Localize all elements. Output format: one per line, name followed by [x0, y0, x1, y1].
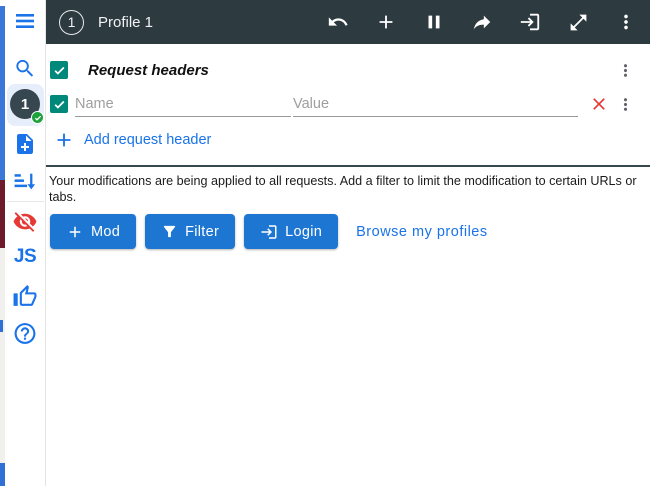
login-icon	[261, 225, 277, 239]
header-row-more-icon[interactable]	[614, 93, 636, 115]
delete-header-icon[interactable]	[588, 93, 610, 115]
action-buttons: Mod Filter Login Browse my profiles	[50, 214, 650, 250]
header-row-checkbox[interactable]	[50, 95, 68, 113]
pause-icon[interactable]	[423, 11, 445, 33]
main-panel: Request headers Add request header Your …	[46, 44, 650, 486]
add-request-header-label: Add request header	[84, 132, 212, 148]
more-vert-icon[interactable]	[615, 11, 637, 33]
topbar: 1 Profile 1	[46, 0, 650, 44]
plus-icon	[69, 226, 81, 238]
login-button-label: Login	[285, 223, 323, 240]
header-value-input[interactable]	[293, 91, 578, 117]
add-file-icon[interactable]	[13, 132, 37, 156]
add-filter-button-label: Filter	[185, 223, 220, 240]
undo-icon[interactable]	[327, 11, 349, 33]
filter-notice-text: Your modifications are being applied to …	[49, 174, 637, 204]
menu-icon[interactable]	[13, 9, 37, 33]
section-more-icon[interactable]	[614, 59, 636, 81]
profile-title: Profile 1	[98, 13, 154, 31]
profile-active-check-icon	[31, 111, 44, 124]
section-divider	[46, 165, 650, 167]
header-entry-row	[50, 90, 636, 118]
sidebar: 1 JS	[5, 0, 46, 486]
add-icon[interactable]	[375, 11, 397, 33]
section-title: Request headers	[88, 61, 209, 79]
request-headers-section: Request headers	[50, 57, 636, 83]
add-mod-button-label: Mod	[91, 223, 121, 240]
add-mod-button[interactable]: Mod	[50, 214, 137, 250]
edge-segment	[0, 320, 3, 332]
sort-icon[interactable]	[13, 169, 38, 194]
login-icon[interactable]	[519, 11, 541, 33]
profile-number-badge: 1	[59, 9, 84, 35]
plus-icon	[57, 133, 71, 147]
open-in-full-icon[interactable]	[567, 11, 589, 33]
header-name-input[interactable]	[75, 91, 291, 117]
sidebar-divider	[7, 201, 44, 202]
topbar-actions	[327, 11, 637, 33]
add-filter-button[interactable]: Filter	[145, 214, 236, 250]
add-request-header-button[interactable]: Add request header	[53, 128, 211, 152]
filter-icon	[163, 226, 176, 238]
thumb-up-icon[interactable]	[13, 284, 38, 309]
login-button[interactable]: Login	[244, 214, 339, 250]
profile-avatar[interactable]: 1	[7, 84, 44, 126]
export-icon[interactable]	[471, 11, 493, 33]
browse-profiles-link[interactable]: Browse my profiles	[356, 224, 487, 240]
help-icon[interactable]	[13, 321, 38, 346]
search-icon[interactable]	[14, 57, 37, 80]
js-icon[interactable]: JS	[14, 246, 37, 268]
hide-icon[interactable]	[13, 209, 38, 234]
request-headers-checkbox[interactable]	[50, 61, 68, 79]
